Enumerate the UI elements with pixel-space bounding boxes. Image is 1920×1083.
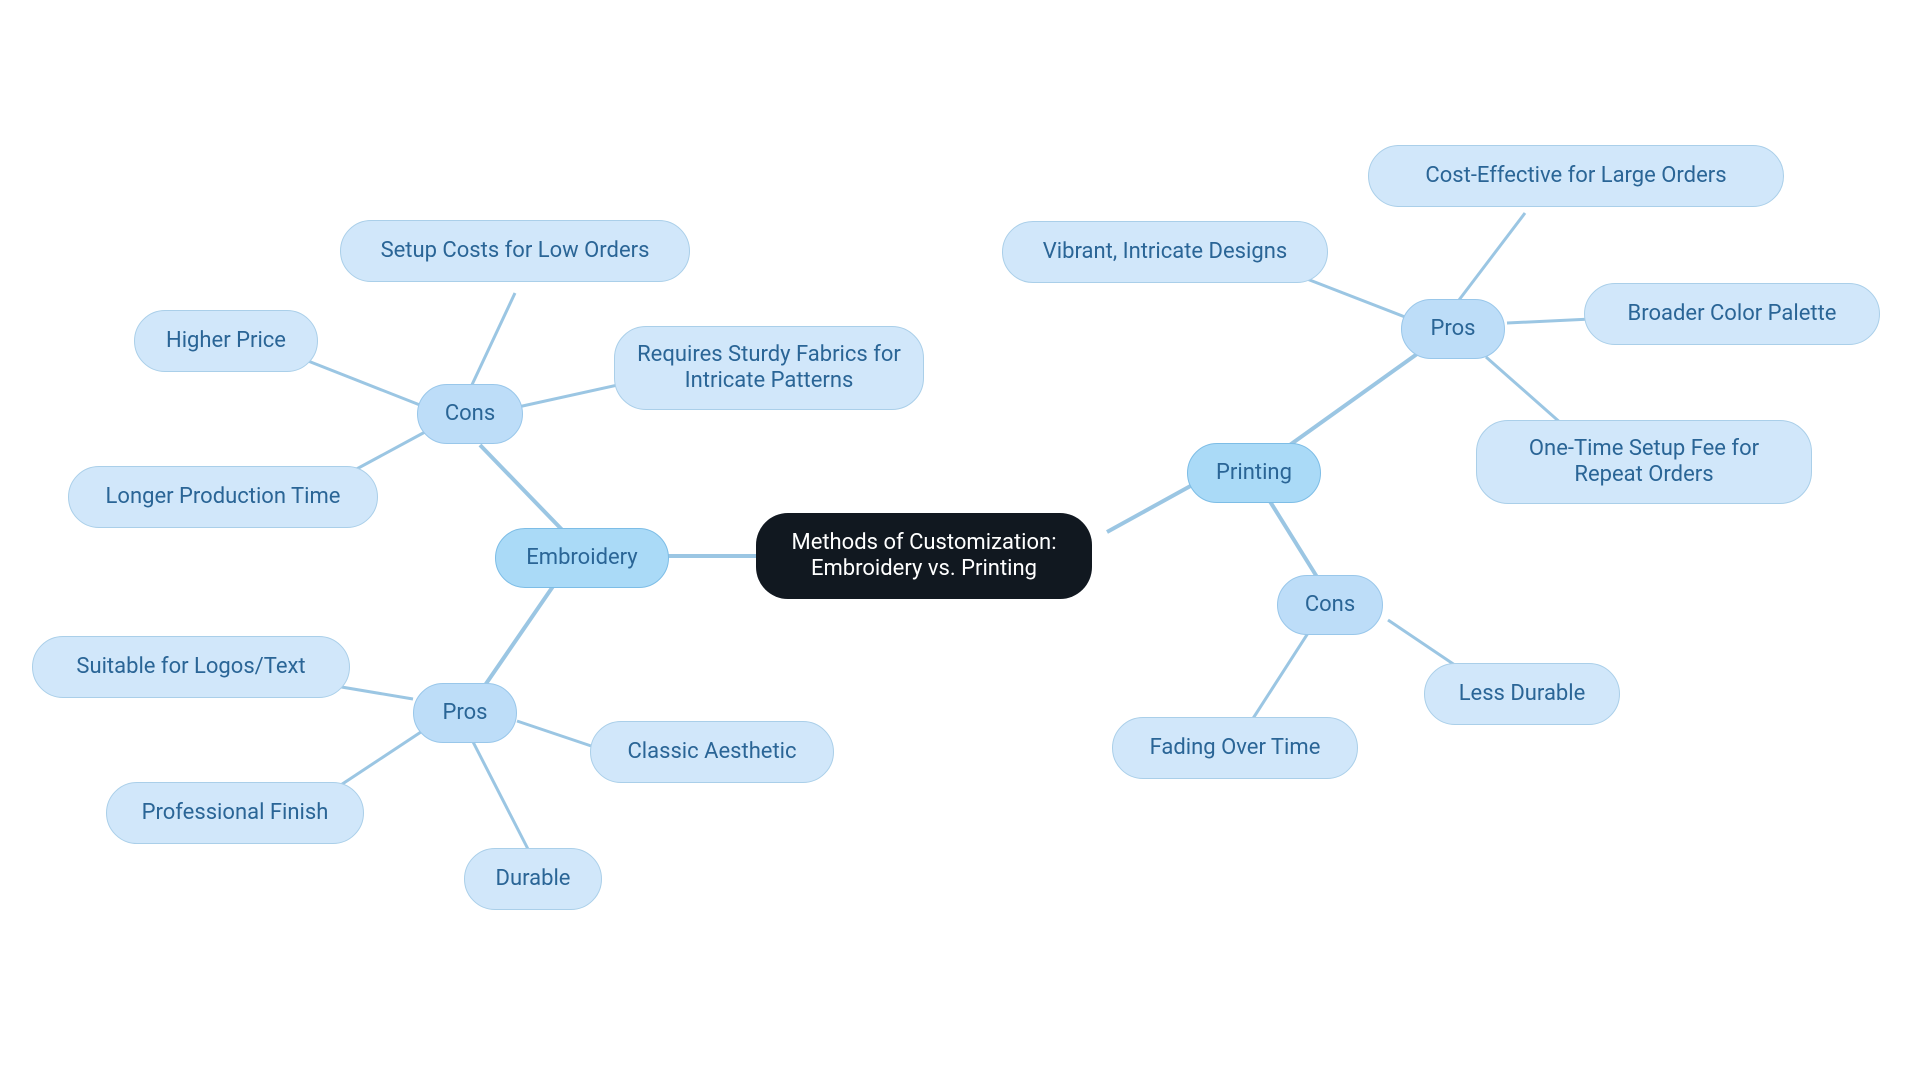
center-label: Methods of Customization: Embroidery vs.… xyxy=(776,530,1072,583)
embroidery-cons-node: Cons xyxy=(417,384,523,444)
embroidery-pros-label: Pros xyxy=(442,700,487,726)
printing-cons-label: Cons xyxy=(1305,592,1355,618)
printing-pros-setup: One-Time Setup Fee for Repeat Orders xyxy=(1476,420,1812,504)
printing-pros-vibrant: Vibrant, Intricate Designs xyxy=(1002,221,1328,283)
embroidery-pros-professional: Professional Finish xyxy=(106,782,364,844)
printing-cons-lessdurable: Less Durable xyxy=(1424,663,1620,725)
embroidery-pros-durable: Durable xyxy=(464,848,602,910)
printing-label: Printing xyxy=(1216,460,1292,486)
embroidery-cons-setup: Setup Costs for Low Orders xyxy=(340,220,690,282)
printing-pros-label: Pros xyxy=(1430,316,1475,342)
embroidery-cons-time: Longer Production Time xyxy=(68,466,378,528)
embroidery-label: Embroidery xyxy=(526,545,637,571)
printing-node: Printing xyxy=(1187,443,1321,503)
embroidery-cons-label: Cons xyxy=(445,401,495,427)
printing-pros-cost: Cost-Effective for Large Orders xyxy=(1368,145,1784,207)
printing-pros-node: Pros xyxy=(1401,299,1505,359)
embroidery-node: Embroidery xyxy=(495,528,669,588)
printing-cons-fading: Fading Over Time xyxy=(1112,717,1358,779)
embroidery-pros-node: Pros xyxy=(413,683,517,743)
embroidery-pros-logos: Suitable for Logos/Text xyxy=(32,636,350,698)
center-node: Methods of Customization: Embroidery vs.… xyxy=(756,513,1092,599)
embroidery-cons-price: Higher Price xyxy=(134,310,318,372)
embroidery-cons-fabrics: Requires Sturdy Fabrics for Intricate Pa… xyxy=(614,326,924,410)
printing-cons-node: Cons xyxy=(1277,575,1383,635)
embroidery-pros-classic: Classic Aesthetic xyxy=(590,721,834,783)
printing-pros-palette: Broader Color Palette xyxy=(1584,283,1880,345)
